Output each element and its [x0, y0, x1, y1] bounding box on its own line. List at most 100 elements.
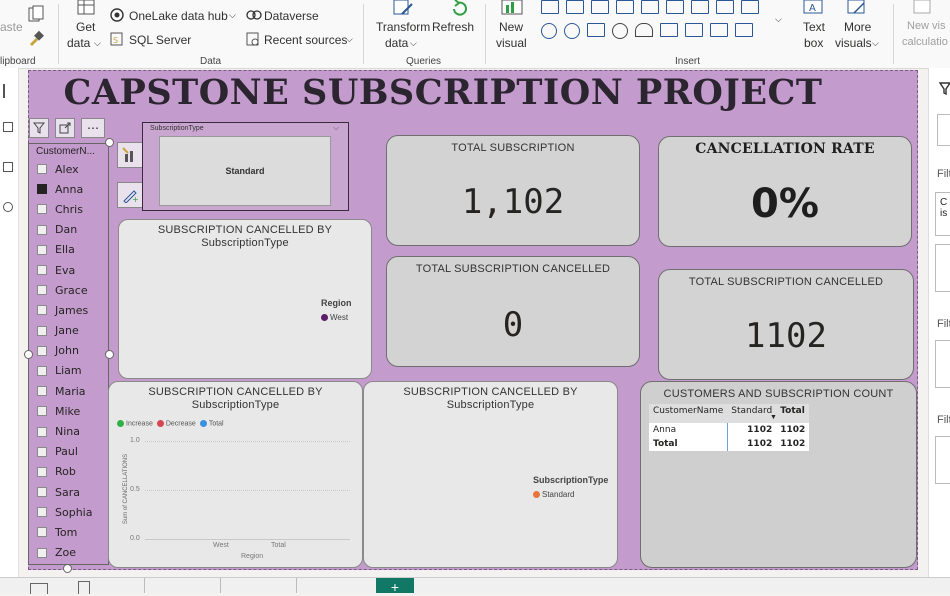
- checkbox[interactable]: [37, 204, 47, 215]
- slicer-item-eva[interactable]: Eva: [30, 260, 110, 280]
- more-options-icon[interactable]: ⋯: [81, 118, 105, 138]
- multi-row-card-icon[interactable]: [685, 23, 703, 37]
- sort-desc-icon[interactable]: ▼: [770, 414, 777, 421]
- chevron-down-icon[interactable]: ⌵: [410, 38, 417, 49]
- page-nav-icon[interactable]: [30, 583, 48, 594]
- column-header[interactable]: Total: [776, 404, 809, 418]
- treemap-icon[interactable]: [587, 23, 605, 37]
- chevron-down-icon[interactable]: ⌵: [229, 10, 236, 21]
- filter-card[interactable]: Cis: [935, 192, 950, 236]
- copy-icon[interactable]: [28, 5, 44, 23]
- model-view-icon[interactable]: [3, 162, 13, 172]
- subscription-type-option[interactable]: Standard: [159, 136, 331, 206]
- recent-sources-button[interactable]: Recent sources: [264, 33, 347, 47]
- table-icon[interactable]: [710, 23, 728, 37]
- checkbox[interactable]: [37, 547, 47, 558]
- text-box-icon[interactable]: A: [802, 0, 824, 14]
- pie-chart-icon[interactable]: [541, 23, 557, 39]
- checkbox[interactable]: [37, 426, 47, 437]
- table-view-icon[interactable]: [3, 122, 13, 132]
- filter-card[interactable]: [935, 436, 950, 484]
- slicer-item-alex[interactable]: Alex: [30, 159, 110, 179]
- transform-data-button[interactable]: Transform: [376, 20, 430, 34]
- card-icon[interactable]: [660, 23, 678, 37]
- matrix-icon[interactable]: [735, 23, 753, 37]
- text-box-button[interactable]: Text: [803, 20, 825, 34]
- donut-chart-icon[interactable]: [564, 23, 580, 39]
- gallery-expand-icon[interactable]: ⌵: [775, 14, 782, 25]
- resize-handle[interactable]: [105, 350, 114, 359]
- new-visual-button[interactable]: New: [499, 20, 523, 34]
- paste-button[interactable]: aste: [0, 20, 23, 34]
- chevron-down-icon[interactable]: ⌵: [872, 38, 879, 49]
- checkbox[interactable]: [37, 406, 47, 417]
- get-data-button[interactable]: Get: [76, 20, 95, 34]
- slicer-item-dan[interactable]: Dan: [30, 220, 110, 240]
- slicer-item-mike[interactable]: Mike: [30, 401, 110, 421]
- slicer-item-nina[interactable]: Nina: [30, 421, 110, 441]
- chevron-down-icon[interactable]: ⌵: [94, 38, 101, 49]
- slicer-item-sophia[interactable]: Sophia: [30, 502, 110, 522]
- map-icon[interactable]: [612, 23, 628, 39]
- transform-data-button-line2[interactable]: data: [385, 36, 408, 50]
- checkbox[interactable]: [37, 527, 47, 538]
- onelake-button[interactable]: OneLake data hub: [129, 9, 228, 23]
- chevron-down-icon[interactable]: ⌵: [346, 34, 353, 45]
- slicer-item-tom[interactable]: Tom: [30, 522, 110, 542]
- slicer-item-maria[interactable]: Maria: [30, 381, 110, 401]
- slicer-item-ella[interactable]: Ella: [30, 240, 110, 260]
- column-icon[interactable]: [616, 0, 634, 14]
- dataverse-button[interactable]: Dataverse: [264, 9, 319, 23]
- checkbox[interactable]: [37, 305, 47, 316]
- format-visual-icon[interactable]: +: [117, 182, 143, 208]
- more-visuals-button-line2[interactable]: visuals: [835, 36, 872, 50]
- stacked-bar-icon[interactable]: [541, 0, 559, 14]
- customers-matrix-visual[interactable]: CUSTOMERS AND SUBSCRIPTION COUNT Custome…: [640, 381, 917, 568]
- checkbox[interactable]: [37, 325, 47, 336]
- slicer-item-jane[interactable]: Jane: [30, 321, 110, 341]
- slicer-item-john[interactable]: John: [30, 341, 110, 361]
- focus-mode-icon[interactable]: [55, 118, 75, 138]
- checkbox[interactable]: [37, 184, 47, 195]
- checkbox[interactable]: [37, 487, 47, 498]
- column-header[interactable]: CustomerName: [649, 404, 727, 418]
- slicer-item-zoe[interactable]: Zoe: [30, 543, 110, 563]
- checkbox[interactable]: [37, 466, 47, 477]
- cancelled-by-type-visual-b[interactable]: SUBSCRIPTION CANCELLED BY SubscriptionTy…: [108, 381, 363, 568]
- checkbox[interactable]: [37, 446, 47, 457]
- more-visuals-button[interactable]: More: [844, 20, 871, 34]
- dax-query-icon[interactable]: [3, 202, 13, 212]
- ribbon-chart-icon[interactable]: [641, 0, 659, 14]
- filter-search-box[interactable]: [937, 114, 950, 146]
- more-visuals-icon[interactable]: [846, 0, 868, 16]
- get-data-icon[interactable]: [76, 0, 96, 16]
- resize-handle[interactable]: [105, 138, 114, 147]
- checkbox[interactable]: [37, 224, 47, 235]
- text-box-button-line2[interactable]: box: [804, 36, 823, 50]
- slicer-item-anna[interactable]: Anna: [30, 179, 110, 199]
- resize-handle[interactable]: [63, 564, 72, 573]
- report-view-icon[interactable]: [3, 84, 13, 98]
- area-chart-icon[interactable]: [716, 0, 734, 14]
- cancelled-by-type-visual-a[interactable]: SUBSCRIPTION CANCELLED BY SubscriptionTy…: [118, 219, 372, 379]
- filter-card[interactable]: [935, 244, 950, 292]
- funnel-icon[interactable]: [741, 0, 759, 14]
- new-visual-button-line2[interactable]: visual: [496, 36, 527, 50]
- resize-handle[interactable]: [24, 350, 33, 359]
- slicer-item-james[interactable]: James: [30, 300, 110, 320]
- new-visual-calculation-icon[interactable]: [912, 0, 934, 16]
- slicer-item-chris[interactable]: Chris: [30, 199, 110, 219]
- line-chart-icon[interactable]: [691, 0, 709, 14]
- filter-card[interactable]: [935, 340, 950, 388]
- waterfall-icon[interactable]: [666, 0, 684, 14]
- checkbox[interactable]: [37, 244, 47, 255]
- clustered-column-icon[interactable]: [566, 0, 584, 14]
- sql-server-button[interactable]: SQL Server: [129, 33, 191, 47]
- checkbox[interactable]: [37, 265, 47, 276]
- build-visual-icon[interactable]: [117, 142, 143, 168]
- checkbox[interactable]: [37, 386, 47, 397]
- column-header[interactable]: Standard: [727, 404, 776, 418]
- checkbox[interactable]: [37, 164, 47, 175]
- page-nav-icon[interactable]: [78, 581, 90, 594]
- get-data-button-line2[interactable]: data: [67, 36, 90, 50]
